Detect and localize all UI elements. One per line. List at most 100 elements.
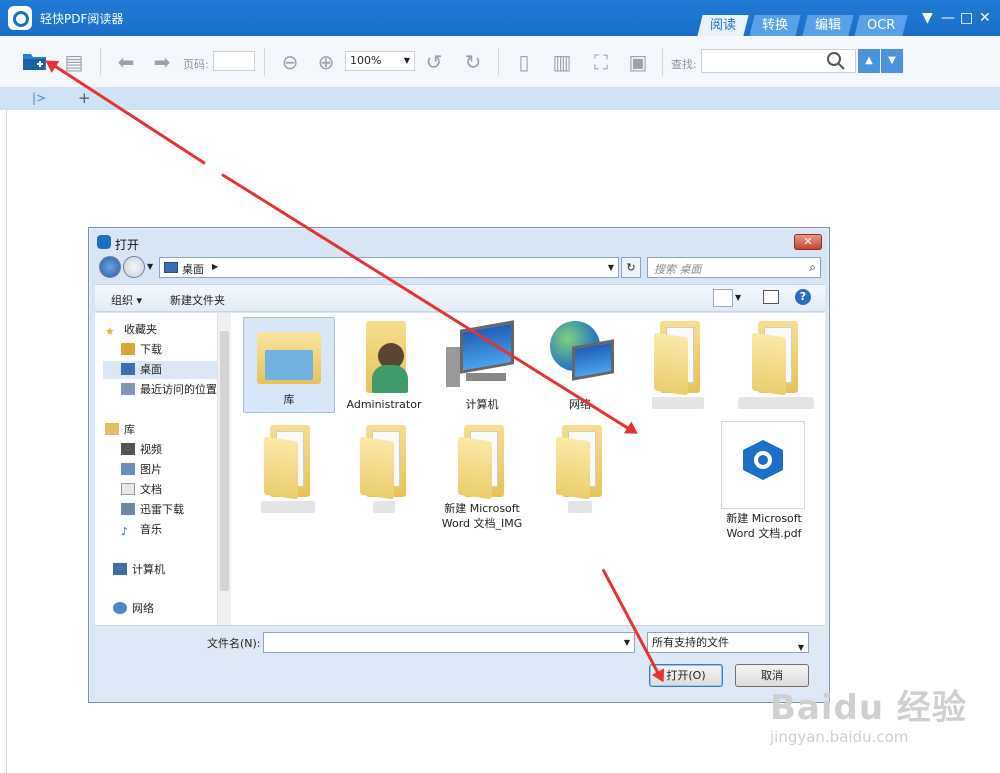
filename-input[interactable]: ▼	[263, 632, 635, 653]
rotate-right-icon[interactable]: ↻	[461, 50, 485, 74]
sidebar-toggle-icon[interactable]: |>	[32, 91, 46, 105]
folder-icon	[458, 425, 506, 500]
zoom-select[interactable]: 100% ▼	[345, 51, 415, 71]
filename-dropdown-icon[interactable]: ▼	[624, 638, 630, 647]
nav-item-desktop[interactable]: 桌面	[103, 361, 217, 379]
back-arrow-icon[interactable]: ⬅	[114, 50, 138, 74]
search-icon[interactable]: ⌕	[809, 260, 816, 275]
organize-menu[interactable]: 组织 ▾	[111, 292, 142, 308]
dialog-search-input[interactable]: 搜索 桌面 ⌕	[647, 257, 821, 278]
file-item-folder[interactable]	[731, 317, 821, 413]
file-item-library[interactable]: 库	[243, 317, 335, 413]
folder-icon	[556, 425, 604, 500]
menu-dropdown-icon[interactable]: ▼	[922, 10, 933, 26]
maximize-icon[interactable]: □	[960, 10, 973, 26]
command-bar: 组织 ▾ 新建文件夹 ▼ ?	[95, 284, 825, 312]
nav-item-libraries[interactable]: 库	[105, 421, 135, 439]
search-next-button[interactable]: ▼	[881, 49, 903, 73]
rotate-left-icon[interactable]: ↺	[422, 50, 446, 74]
pictures-icon	[121, 463, 135, 475]
desktop-icon	[121, 363, 135, 375]
single-page-icon[interactable]: ▯	[512, 50, 536, 74]
nav-item-documents[interactable]: 文档	[121, 481, 162, 499]
nav-item-music[interactable]: ♪ 音乐	[121, 521, 162, 539]
refresh-icon[interactable]: ↻	[621, 257, 641, 278]
nav-item-favorites[interactable]: ★ 收藏夹	[105, 321, 157, 339]
music-icon: ♪	[121, 525, 129, 538]
toolbar-divider	[498, 48, 499, 76]
page-number-input[interactable]	[213, 51, 255, 71]
tab-read[interactable]: 阅读	[697, 15, 749, 36]
view-dropdown-icon[interactable]: ▼	[735, 293, 741, 302]
dialog-search-placeholder: 搜索 桌面	[654, 263, 702, 276]
dialog-close-button[interactable]: ✕	[794, 234, 822, 250]
address-dropdown-icon[interactable]: ▼	[608, 263, 614, 272]
tab-convert[interactable]: 转换	[749, 15, 801, 36]
help-icon[interactable]: ?	[795, 289, 811, 305]
scrollbar-thumb[interactable]	[220, 331, 229, 591]
breadcrumb-chevron-icon[interactable]: ▶	[212, 262, 218, 271]
nav-item-computer[interactable]: 计算机	[113, 561, 165, 579]
tab-ocr[interactable]: OCR	[854, 15, 908, 36]
chevron-down-icon[interactable]: ▼	[798, 638, 804, 657]
dialog-footer: 文件名(N): ▼ 所有支持的文件 ▼ 打开(O) 取消	[95, 625, 825, 698]
folder-icon	[360, 425, 408, 500]
page-label: 页码:	[183, 58, 209, 71]
filetype-select[interactable]: 所有支持的文件 ▼	[647, 632, 809, 653]
nav-item-videos[interactable]: 视频	[121, 441, 162, 459]
user-folder-icon	[360, 321, 408, 393]
toolbar-divider	[264, 48, 265, 76]
address-bar[interactable]: 桌面 ▶ ▼	[159, 257, 619, 278]
watermark: Baidu 经验 jingyan.baidu.com	[770, 680, 967, 746]
open-file-dialog: 打开 ✕ ▼ 桌面 ▶ ▼ ↻ 搜索 桌面 ⌕ 组织 ▾ 新建文件夹 ▼ ? ★…	[88, 227, 830, 703]
close-icon[interactable]: ✕	[979, 10, 991, 26]
zoom-in-icon[interactable]: ⊕	[314, 50, 338, 74]
back-button[interactable]	[99, 256, 121, 278]
new-folder-button[interactable]: 新建文件夹	[170, 292, 225, 308]
file-item-folder[interactable]	[339, 421, 429, 517]
file-item-administrator[interactable]: Administrator	[339, 317, 429, 412]
folder-icon	[752, 321, 800, 396]
video-icon	[121, 443, 135, 455]
nav-item-pictures[interactable]: 图片	[121, 461, 162, 479]
network-icon	[113, 602, 127, 614]
file-list: 库 Administrator 计算机 网络 新建 Microsoft Word…	[231, 313, 825, 625]
file-item-computer[interactable]: 计算机	[437, 317, 527, 412]
dialog-title: 打开	[115, 238, 140, 252]
snapshot-icon[interactable]: ▣	[626, 50, 650, 74]
view-options-icon[interactable]	[713, 289, 733, 307]
file-item-folder[interactable]	[243, 421, 333, 517]
address-path[interactable]: 桌面	[182, 261, 204, 277]
downloads-icon	[121, 343, 135, 355]
watermark-url: jingyan.baidu.com	[770, 728, 909, 746]
fullscreen-icon[interactable]: ⛶	[589, 50, 613, 74]
library-icon	[105, 423, 119, 435]
filename-label: 文件名(N):	[207, 637, 261, 650]
forward-button[interactable]	[123, 256, 145, 278]
minimize-icon[interactable]: —	[941, 10, 955, 26]
forward-arrow-icon[interactable]: ➡	[150, 50, 174, 74]
nav-item-downloads[interactable]: 下载	[121, 341, 162, 359]
file-item-folder[interactable]	[535, 421, 625, 517]
nav-item-recent[interactable]: 最近访问的位置	[121, 381, 217, 399]
navigation-pane: ★ 收藏夹 下载 桌面 最近访问的位置 库 视频 图片 文档 迅雷下载 ♪ 音乐 计…	[95, 313, 231, 625]
star-icon: ★	[105, 325, 115, 338]
zoom-out-icon[interactable]: ⊖	[278, 50, 302, 74]
nav-scrollbar[interactable]	[217, 313, 231, 625]
tab-edit[interactable]: 编辑	[802, 15, 854, 36]
file-item-folder[interactable]	[633, 317, 723, 413]
file-item-pdf[interactable]	[721, 421, 805, 509]
history-dropdown-icon[interactable]: ▼	[147, 262, 153, 271]
new-tab-icon[interactable]: +	[78, 89, 91, 107]
nav-item-network[interactable]: 网络	[113, 600, 154, 618]
search-prev-button[interactable]: ▲	[858, 49, 880, 73]
computer-icon	[113, 563, 127, 575]
search-icon[interactable]	[826, 51, 846, 71]
nav-item-xunlei[interactable]: 迅雷下载	[121, 501, 184, 519]
preview-pane-icon[interactable]	[763, 290, 779, 304]
pdf-file-icon	[743, 440, 783, 480]
search-label: 查找:	[671, 58, 697, 71]
download-folder-icon	[121, 503, 135, 515]
double-page-icon[interactable]: ▥	[550, 50, 574, 74]
file-item-word-img-folder[interactable]: 新建 Microsoft Word 文档_IMG	[437, 421, 527, 531]
